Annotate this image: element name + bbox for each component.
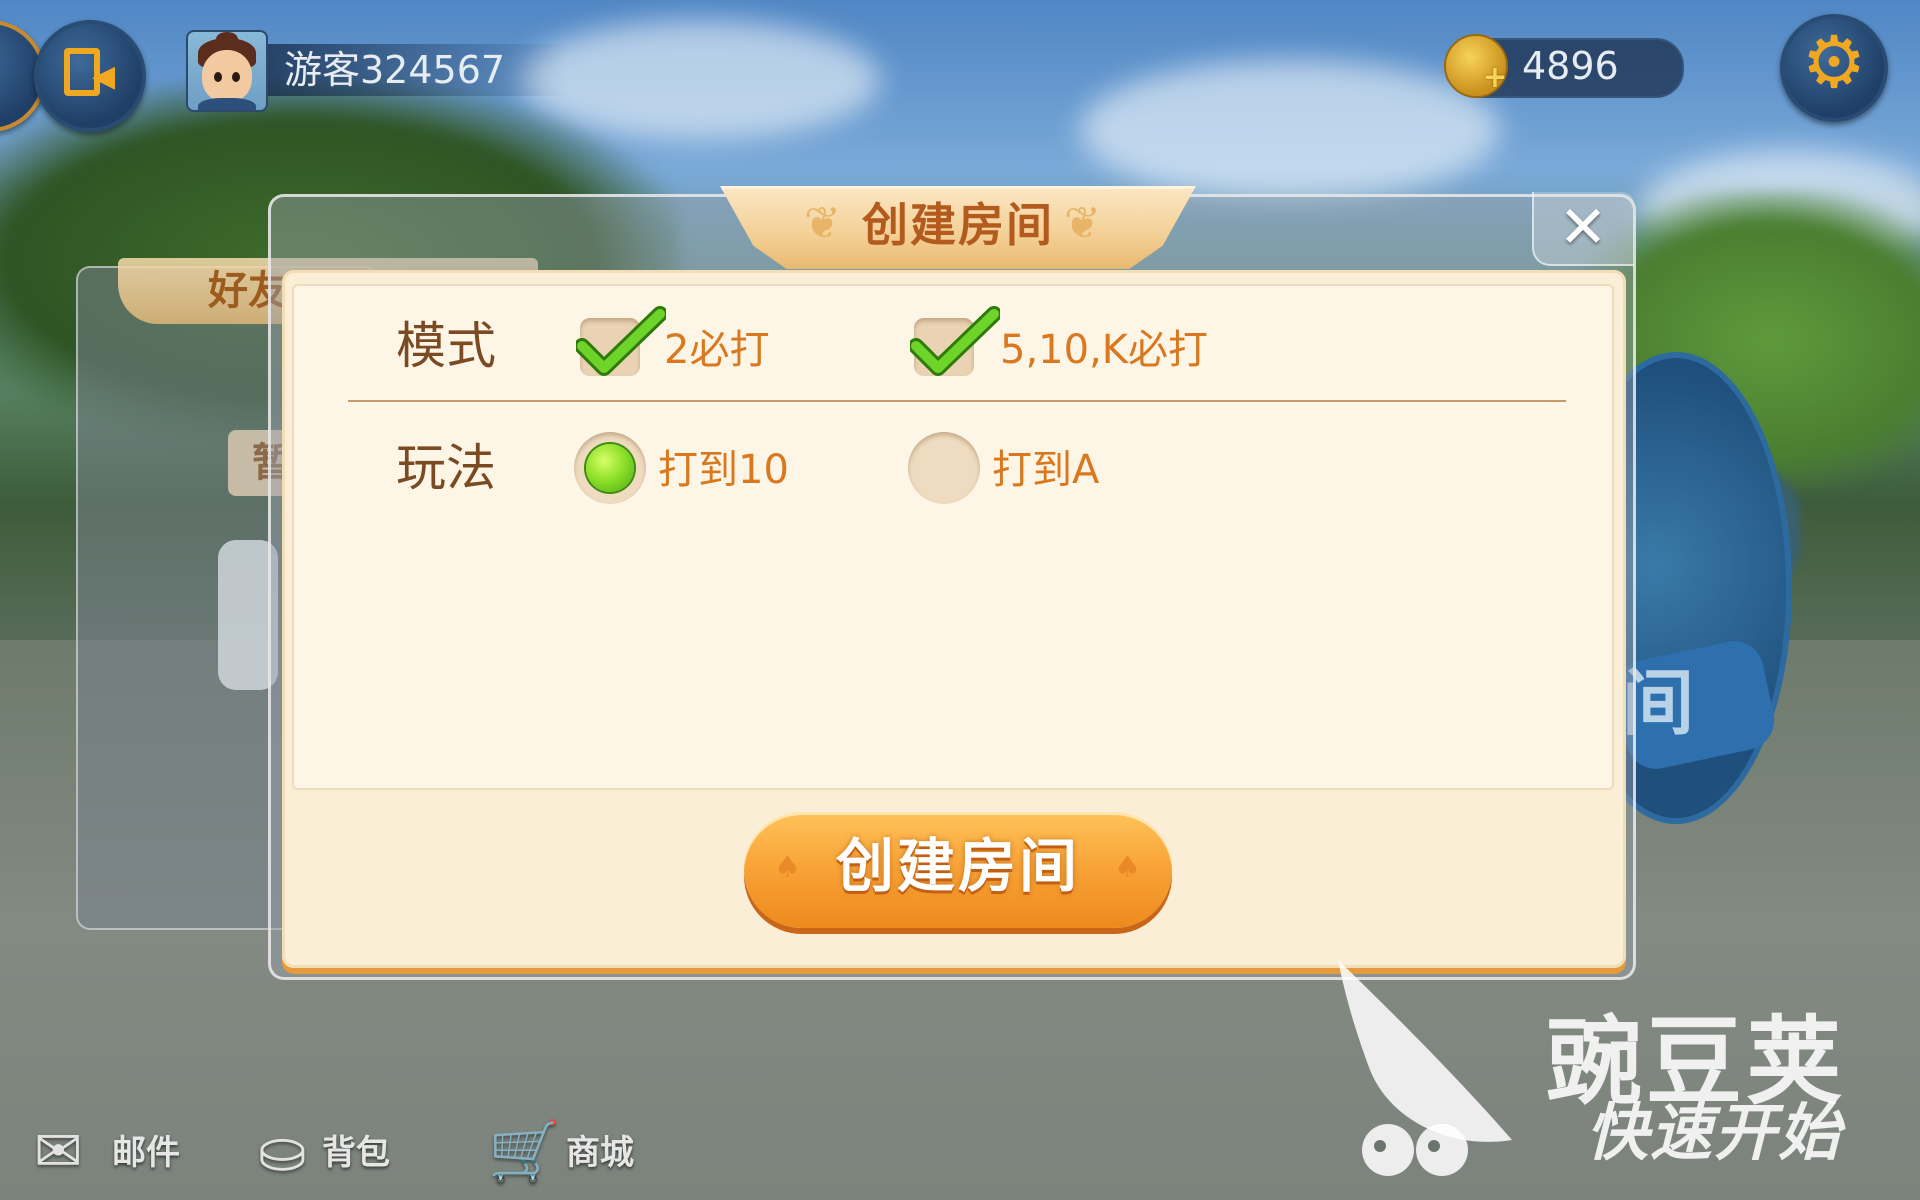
exit-arrow-icon: ◀ xyxy=(92,59,116,94)
option-must-play-5-10-k-label[interactable]: 5,10,K必打 xyxy=(1000,324,1208,376)
avatar[interactable] xyxy=(186,30,268,112)
radio-play-to-a[interactable] xyxy=(908,432,980,504)
exit-button[interactable]: ◀ xyxy=(34,20,146,132)
nav-bag[interactable]: ⛀ 背包 xyxy=(258,1116,398,1188)
check-icon xyxy=(576,306,666,376)
create-room-button-label[interactable]: 创建房间 xyxy=(744,830,1172,902)
nav-mail[interactable]: ✉ 邮件 xyxy=(34,1116,194,1188)
bag-icon: ⛀ xyxy=(258,1117,307,1185)
nav-bag-label: 背包 xyxy=(322,1133,390,1173)
check-icon xyxy=(910,306,1000,376)
player-name: 游客324567 xyxy=(284,48,506,92)
gear-icon: ⚙ xyxy=(1801,20,1867,104)
mode-label: 模式 xyxy=(396,317,496,375)
radio-play-to-10[interactable] xyxy=(574,432,646,504)
settings-button[interactable]: ⚙ xyxy=(1780,14,1888,122)
coin-balance: 4896 xyxy=(1522,44,1619,88)
nav-shop-label: 商城 xyxy=(566,1133,634,1173)
watermark-subtitle: 快速开始 xyxy=(1586,1096,1843,1169)
option-must-play-2-label[interactable]: 2必打 xyxy=(664,324,769,376)
radio-selected-dot xyxy=(586,444,634,492)
row-divider xyxy=(348,400,1566,402)
option-play-to-10-label[interactable]: 打到10 xyxy=(658,444,789,496)
option-play-to-a-label[interactable]: 打到A xyxy=(992,444,1099,496)
dialog-title: 创建房间 xyxy=(862,198,1054,252)
mail-icon: ✉ xyxy=(34,1117,83,1185)
nav-shop[interactable]: 🛒 商城 xyxy=(488,1116,638,1188)
nav-mail-label: 邮件 xyxy=(112,1133,180,1173)
cart-icon: 🛒 xyxy=(488,1117,561,1185)
play-style-label: 玩法 xyxy=(396,439,496,497)
watermark-pea-logo xyxy=(1338,960,1512,1176)
add-coins-plus-icon[interactable]: + xyxy=(1480,63,1510,94)
close-icon[interactable]: ✕ xyxy=(1558,194,1608,260)
